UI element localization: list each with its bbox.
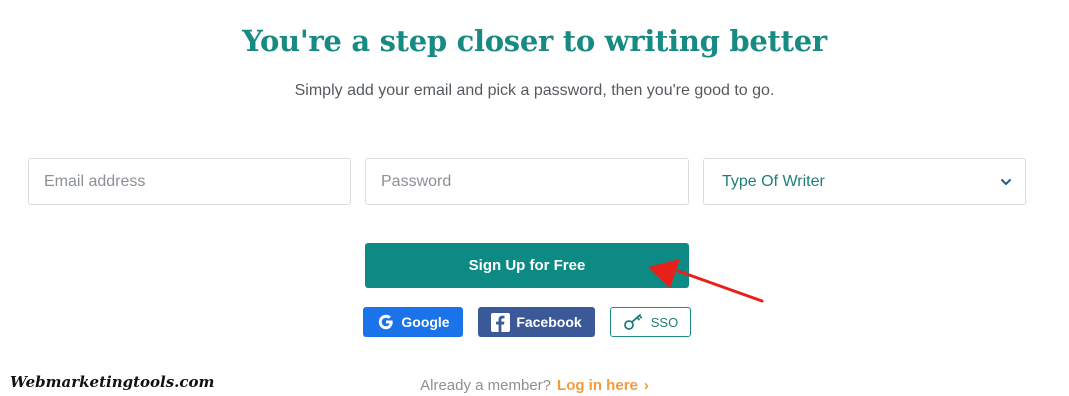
writer-type-select[interactable]: Type Of Writer	[703, 158, 1026, 205]
sign-up-button[interactable]: Sign Up for Free	[365, 243, 689, 288]
writer-type-select-value: Type Of Writer	[722, 172, 825, 190]
member-text: Already a member?	[420, 377, 552, 394]
password-input[interactable]	[366, 159, 688, 204]
google-g-icon	[376, 313, 395, 332]
page-title: You're a step closer to writing better	[242, 24, 827, 58]
email-input[interactable]	[29, 159, 350, 204]
key-icon	[623, 314, 642, 330]
facebook-label: Facebook	[516, 314, 582, 330]
facebook-f-icon	[491, 312, 511, 332]
chevron-right-icon: ›	[643, 377, 649, 394]
watermark-logo: Webmarketingtools.com	[10, 373, 215, 391]
google-signup-button[interactable]: Google	[363, 307, 463, 337]
email-field-container	[28, 158, 351, 205]
sso-signup-button[interactable]: SSO	[610, 307, 691, 337]
login-link[interactable]: Log in here	[557, 377, 638, 394]
sso-label: SSO	[650, 314, 679, 330]
chevron-down-icon	[1001, 178, 1011, 185]
facebook-signup-button[interactable]: Facebook	[478, 307, 595, 337]
google-label: Google	[401, 314, 450, 330]
password-field-container	[365, 158, 689, 205]
page-subtitle: Simply add your email and pick a passwor…	[294, 82, 775, 99]
